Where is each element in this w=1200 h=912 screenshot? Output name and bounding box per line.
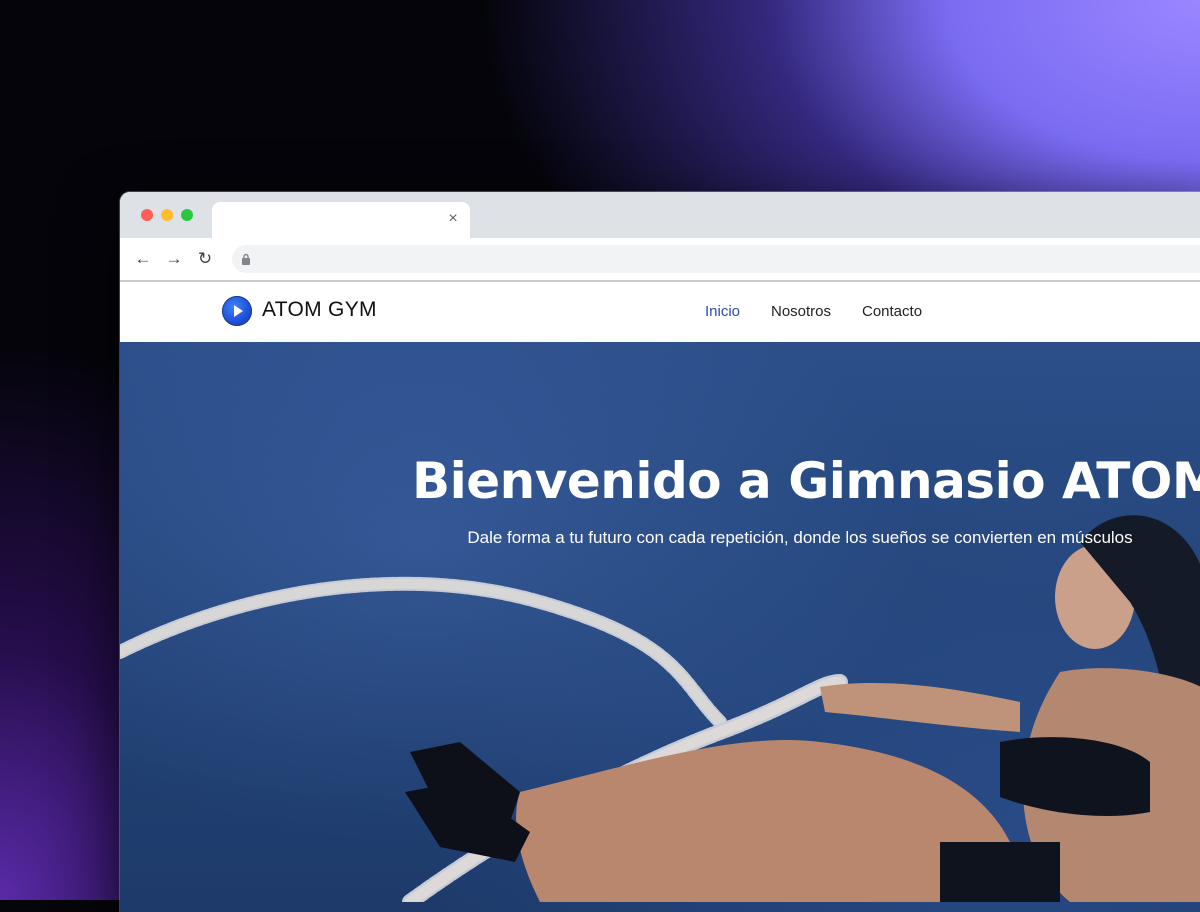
maximize-window-button[interactable] (181, 209, 193, 221)
tab-close-icon[interactable]: × (444, 210, 462, 228)
forward-arrow-icon[interactable]: → (162, 247, 186, 271)
web-page: ATOM GYM Inicio Nosotros Contacto Bienve… (120, 282, 1200, 912)
browser-tab[interactable]: × (212, 202, 470, 238)
browser-toolbar: ← → ↻ (120, 238, 1200, 282)
site-navbar: ATOM GYM Inicio Nosotros Contacto (120, 282, 1200, 342)
back-arrow-icon[interactable]: ← (131, 247, 155, 271)
hero-photo (120, 515, 1200, 902)
lock-icon (242, 253, 250, 265)
minimize-window-button[interactable] (161, 209, 173, 221)
tab-strip: × (120, 192, 1200, 238)
hero-title: Bienvenido a Gimnasio ATOM (412, 452, 1200, 510)
nav-link-inicio[interactable]: Inicio (705, 303, 740, 320)
nav-link-nosotros[interactable]: Nosotros (771, 303, 831, 320)
hero-subtitle: Dale forma a tu futuro con cada repetici… (467, 528, 1133, 547)
hero-section: Bienvenido a Gimnasio ATOM Dale forma a … (120, 342, 1200, 912)
play-icon[interactable] (222, 296, 252, 326)
reload-icon[interactable]: ↻ (193, 247, 217, 271)
address-bar[interactable] (232, 245, 1200, 273)
brand-name[interactable]: ATOM GYM (262, 298, 377, 322)
nav-link-contacto[interactable]: Contacto (862, 303, 922, 320)
browser-window: × ← → ↻ ATOM GYM Inicio Nosotros Contact… (120, 192, 1200, 912)
close-window-button[interactable] (141, 209, 153, 221)
